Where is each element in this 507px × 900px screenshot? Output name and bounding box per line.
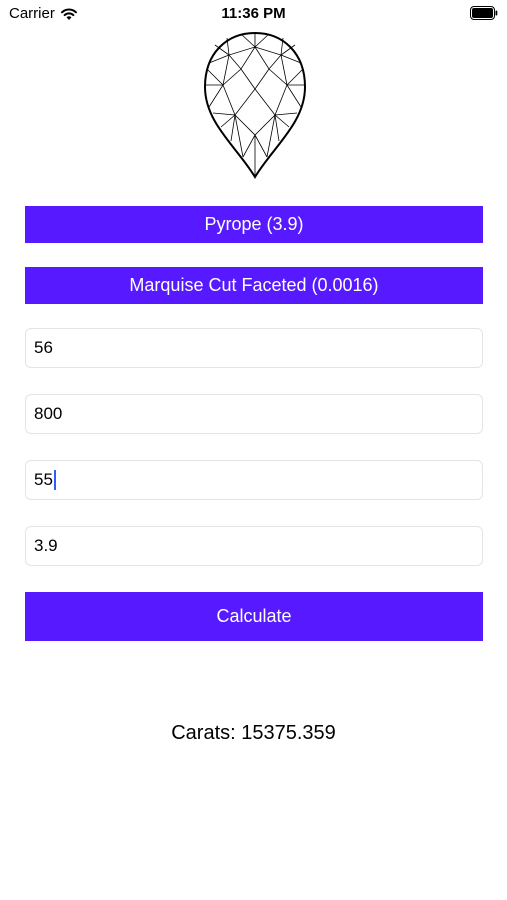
- width-input-value: 800: [34, 404, 63, 423]
- length-input[interactable]: 56: [25, 328, 483, 368]
- material-select-button[interactable]: Pyrope (3.9): [25, 206, 483, 243]
- length-input-value: 56: [34, 338, 53, 357]
- specific-gravity-input[interactable]: 3.9: [25, 526, 483, 566]
- pear-gem-icon: [203, 31, 307, 179]
- cut-select-button[interactable]: Marquise Cut Faceted (0.0016): [25, 267, 483, 304]
- status-bar: Carrier 11:36 PM: [0, 0, 507, 28]
- depth-input[interactable]: 55: [25, 460, 483, 500]
- carats-result: Carats: 15375.359: [171, 722, 336, 744]
- text-cursor: [53, 470, 56, 490]
- depth-input-value: 55: [34, 470, 53, 489]
- status-time: 11:36 PM: [221, 5, 286, 22]
- calculate-button[interactable]: Calculate: [25, 592, 483, 641]
- width-input[interactable]: 800: [25, 394, 483, 434]
- specific-gravity-input-value: 3.9: [34, 536, 58, 555]
- battery-icon: [470, 6, 498, 20]
